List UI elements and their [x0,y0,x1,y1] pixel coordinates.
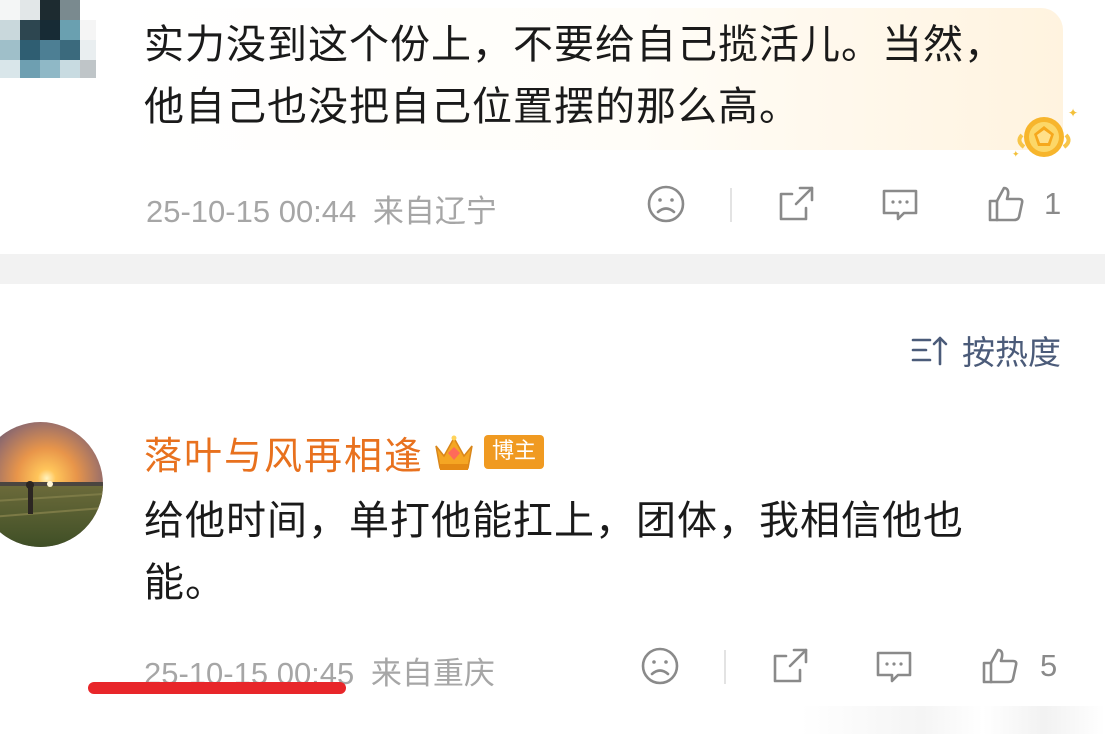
avatar[interactable] [0,422,103,547]
red-underline-annotation [88,682,346,694]
sort-toggle[interactable]: 按热度 [910,328,1061,372]
username-row: 落叶与风再相逢 博主 [144,424,545,480]
comment-card-1: 实力没到这个份上，不要给自己揽活儿。当然，他自己也没把自己位置摆的那么高。 ✦ … [0,0,1105,254]
location: 来自辽宁 [372,194,497,229]
timestamp-location: 25-10-15 00:44 来自辽宁 [146,186,497,231]
sad-face-icon[interactable] [646,184,686,224]
svg-text:✦: ✦ [1012,150,1020,160]
thumbs-up-icon[interactable] [986,184,1026,224]
username[interactable]: 落叶与风再相逢 [144,425,424,480]
next-item-edge [800,706,1105,734]
comment-text: 实力没到这个份上，不要给自己揽活儿。当然，他自己也没把自己位置摆的那么高。 [144,22,1005,130]
like-count: 5 [1040,648,1058,683]
divider [730,188,732,222]
share-icon[interactable] [776,184,816,224]
author-badge: 博主 [484,435,545,469]
thumbs-up-icon[interactable] [980,646,1020,686]
share-icon[interactable] [770,646,810,686]
like-count: 1 [1044,186,1062,221]
sad-face-icon[interactable] [640,646,680,686]
svg-text:✦: ✦ [1068,106,1078,120]
timestamp: 25-10-15 00:44 [146,194,357,229]
section-divider [0,254,1105,284]
avatar[interactable] [0,0,96,78]
comment-text: 给他时间，单打他能扛上，团体，我相信他也能。 [144,498,964,606]
crown-icon [435,435,473,470]
location: 来自重庆 [370,656,495,691]
comment-icon[interactable] [880,184,920,224]
sort-icon [911,336,948,366]
gem-badge-icon: ✦ ✦ [1012,106,1078,160]
comment-meta: 25-10-15 00:44 来自辽宁 1 [0,174,1105,234]
comment-icon[interactable] [874,646,914,686]
divider [724,650,726,684]
sort-label: 按热度 [962,333,1061,372]
